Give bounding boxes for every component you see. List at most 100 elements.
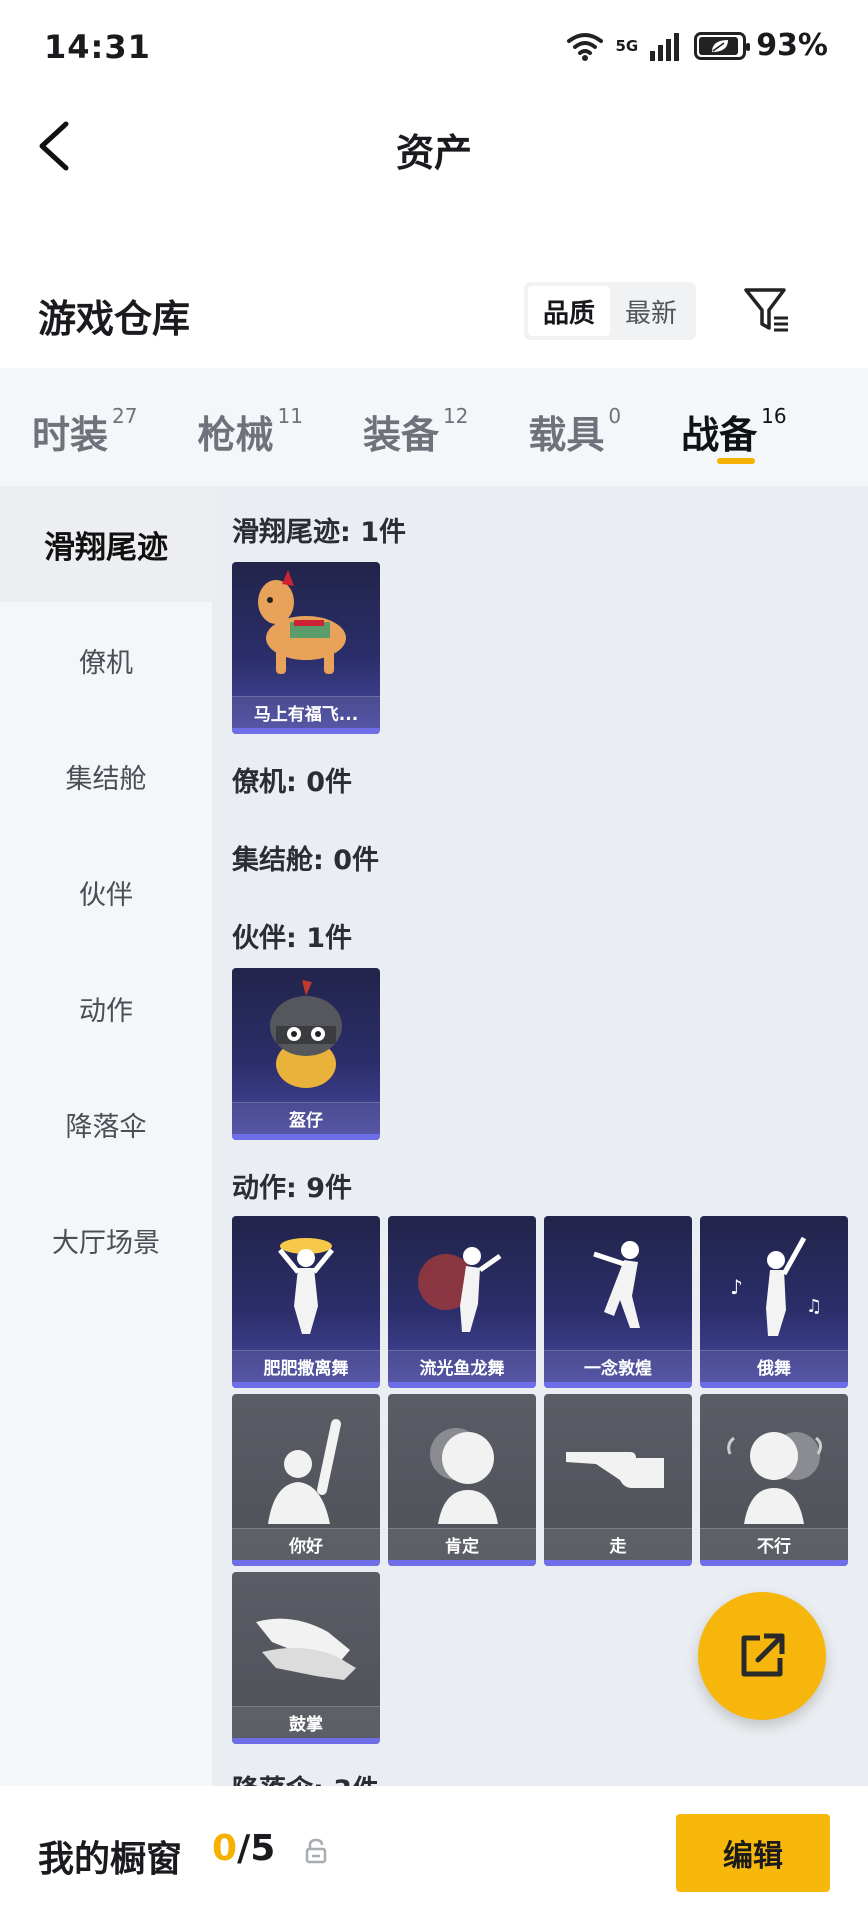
item-card[interactable]: 鼓掌 (232, 1572, 380, 1744)
svg-text:♪: ♪ (730, 1275, 743, 1299)
sidebar-item-assembly-pod[interactable]: 集结舱 (0, 718, 212, 834)
tab-fashion[interactable]: 时装 27 (32, 404, 137, 459)
tab-battle-gear[interactable]: 战备 16 (681, 404, 787, 464)
tab-vehicles[interactable]: 载具 0 (528, 404, 621, 459)
category-tabs: 时装 27 枪械 11 装备 12 载具 0 战备 16 (0, 368, 868, 486)
tab-count: 12 (442, 404, 469, 428)
sidebar-item-wingman[interactable]: 僚机 (0, 602, 212, 718)
quality-bar (388, 1382, 536, 1388)
network-type-label: 5G (615, 36, 639, 55)
nod-head-icon (430, 1428, 498, 1524)
quality-bar (232, 1738, 380, 1744)
item-list: 滑翔尾迹: 1件 马上有福飞... 僚机: 0件 集结舱: 0件 伙伴: 1件 (212, 486, 868, 1786)
sort-quality-button[interactable]: 品质 (528, 286, 610, 336)
showcase-count-total: 5 (250, 1828, 276, 1869)
external-link-icon (741, 1633, 785, 1677)
item-card[interactable]: 肯定 (388, 1394, 536, 1566)
sidebar-item-lobby-scene[interactable]: 大厅场景 (0, 1182, 212, 1298)
group-label-wingman: 僚机: 0件 (232, 767, 352, 798)
showcase-count-separator: / (237, 1828, 251, 1869)
tab-count: 11 (277, 404, 303, 428)
battery-percentage: 93% (756, 28, 828, 63)
edit-button[interactable]: 编辑 (676, 1814, 830, 1892)
quality-bar (232, 728, 380, 734)
item-card[interactable]: 流光鱼龙舞 (388, 1216, 536, 1388)
tab-label: 时装 (32, 413, 109, 457)
wifi-icon (567, 32, 604, 61)
svg-text:♫: ♫ (806, 1296, 822, 1317)
quality-bar (388, 1560, 536, 1566)
showcase-bar: 我的橱窗 0/5 编辑 (0, 1786, 868, 1920)
showcase-count-current: 0 (212, 1828, 238, 1869)
group-label-companion: 伙伴: 1件 (232, 923, 352, 954)
sidebar-item-companion[interactable]: 伙伴 (0, 834, 212, 950)
quality-bar (700, 1382, 848, 1388)
item-name: 马上有福飞... (232, 696, 380, 728)
item-card[interactable]: 你好 (232, 1394, 380, 1566)
item-name: 不行 (700, 1528, 848, 1560)
item-name: 肥肥撒离舞 (232, 1350, 380, 1382)
item-card[interactable]: 走 (544, 1394, 692, 1566)
tab-label: 装备 (362, 413, 439, 457)
item-card[interactable]: ♪ ♫ 俄舞 (700, 1216, 848, 1388)
filter-icon (744, 288, 788, 332)
wave-hand-icon (268, 1419, 341, 1524)
status-bar: 14:31 5G 93% (0, 0, 868, 96)
active-tab-indicator (717, 458, 756, 464)
dancer-icon (593, 1241, 640, 1328)
item-card[interactable]: 不行 (700, 1394, 848, 1566)
subcategory-sidebar: 滑翔尾迹 僚机 集结舱 伙伴 动作 降落伞 大厅场景 (0, 486, 212, 1786)
tab-count: 16 (761, 404, 787, 428)
group-label-assembly-pod: 集结舱: 0件 (232, 845, 379, 876)
sort-toggle: 品质 最新 (524, 282, 696, 340)
quality-bar (544, 1560, 692, 1566)
filter-button[interactable] (742, 284, 794, 336)
item-card[interactable]: 肥肥撒离舞 (232, 1216, 380, 1388)
item-name: 走 (544, 1528, 692, 1560)
pointing-hand-icon (566, 1452, 664, 1488)
item-name: 你好 (232, 1528, 380, 1560)
item-name: 肯定 (388, 1528, 536, 1560)
dancer-icon: ♪ ♫ (730, 1236, 822, 1336)
tab-count: 27 (112, 404, 138, 428)
signal-icon (650, 32, 680, 61)
tab-label: 枪械 (197, 413, 274, 457)
item-name: 一念敦煌 (544, 1350, 692, 1382)
quality-bar (232, 1134, 380, 1140)
tab-label: 载具 (528, 413, 605, 457)
tab-label: 战备 (681, 413, 758, 457)
group-label-glide-trail: 滑翔尾迹: 1件 (232, 517, 406, 548)
quality-bar (232, 1560, 380, 1566)
dancer-icon (418, 1247, 502, 1332)
group-label-emote: 动作: 9件 (232, 1173, 352, 1204)
quality-bar (544, 1382, 692, 1388)
item-name: 盔仔 (232, 1102, 380, 1134)
quality-bar (232, 1382, 380, 1388)
showcase-count: 0/5 (212, 1828, 275, 1869)
quality-bar (700, 1560, 848, 1566)
tab-count: 0 (608, 404, 622, 428)
group-label-parachute: 降落伞: 3件 (232, 1768, 379, 1786)
item-card[interactable]: 一念敦煌 (544, 1216, 692, 1388)
tab-equipment[interactable]: 装备 12 (363, 404, 468, 459)
pony-toy-icon (258, 570, 346, 674)
clapping-hands-icon (256, 1618, 356, 1680)
sidebar-item-emote[interactable]: 动作 (0, 950, 212, 1066)
share-button[interactable] (698, 1592, 826, 1720)
section-header: 游戏仓库 品质 最新 (0, 270, 868, 370)
sidebar-item-glide-trail[interactable]: 滑翔尾迹 (0, 486, 212, 602)
sort-newest-button[interactable]: 最新 (610, 286, 692, 336)
item-name: 流光鱼龙舞 (388, 1350, 536, 1382)
item-card[interactable]: 盔仔 (232, 968, 380, 1140)
leaf-icon (712, 39, 729, 52)
dancer-icon (278, 1238, 334, 1334)
status-indicators: 5G 93% (565, 28, 828, 63)
sidebar-item-parachute[interactable]: 降落伞 (0, 1066, 212, 1182)
item-card[interactable]: 马上有福飞... (232, 562, 380, 734)
section-title: 游戏仓库 (38, 297, 191, 341)
shake-head-icon (727, 1432, 823, 1524)
item-name: 俄舞 (700, 1350, 848, 1382)
lock-icon (305, 1838, 327, 1864)
status-time: 14:31 (44, 28, 151, 66)
tab-weapons[interactable]: 枪械 11 (197, 404, 302, 459)
